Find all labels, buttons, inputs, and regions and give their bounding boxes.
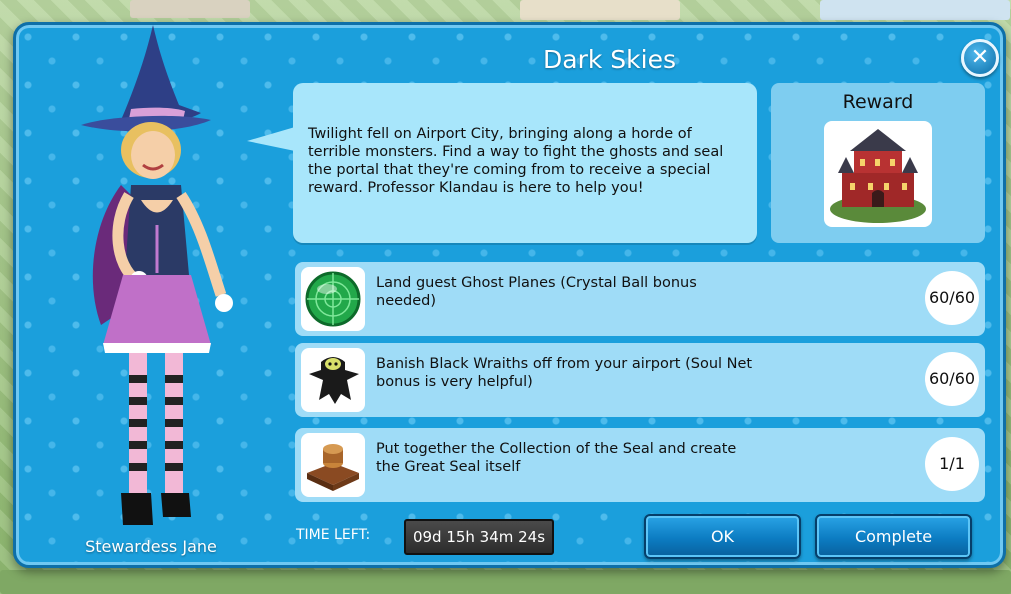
task-progress: 60/60 <box>925 271 979 325</box>
character-portrait <box>61 25 261 535</box>
complete-button[interactable]: Complete <box>815 514 972 559</box>
reward-panel: Reward <box>771 83 985 243</box>
task-row: Put together the Collection of the Seal … <box>295 428 985 502</box>
witch-stewardess-icon <box>81 25 233 525</box>
close-button[interactable]: ✕ <box>961 39 999 77</box>
background-road <box>0 570 1011 594</box>
time-left-label: TIME LEFT: <box>296 527 371 543</box>
task-description: Put together the Collection of the Seal … <box>376 441 737 475</box>
wraith-icon <box>301 348 365 412</box>
task-progress: 60/60 <box>925 352 979 406</box>
story-text: Twilight fell on Airport City, bringing … <box>308 126 724 196</box>
background-building <box>130 0 250 18</box>
castle-icon[interactable] <box>824 121 932 227</box>
task-progress: 1/1 <box>925 437 979 491</box>
close-icon: ✕ <box>970 45 990 70</box>
task-description: Land guest Ghost Planes (Crystal Ball bo… <box>376 275 697 309</box>
background-building <box>820 0 1010 20</box>
background-building <box>520 0 680 20</box>
time-left-value: 09d 15h 34m 24s <box>404 519 554 555</box>
character-name: Stewardess Jane <box>85 537 217 556</box>
task-row: Banish Black Wraiths off from your airpo… <box>295 343 985 417</box>
radar-icon <box>301 267 365 331</box>
task-row: Land guest Ghost Planes (Crystal Ball bo… <box>295 262 985 336</box>
reward-title: Reward <box>842 91 914 113</box>
task-description: Banish Black Wraiths off from your airpo… <box>376 356 753 390</box>
story-speech-bubble: Twilight fell on Airport City, bringing … <box>247 83 757 243</box>
ok-button[interactable]: OK <box>644 514 801 559</box>
seal-icon <box>301 433 365 497</box>
quest-dialog: Dark Skies ✕ Stewardess Jane Twilight fe… <box>13 22 1006 568</box>
